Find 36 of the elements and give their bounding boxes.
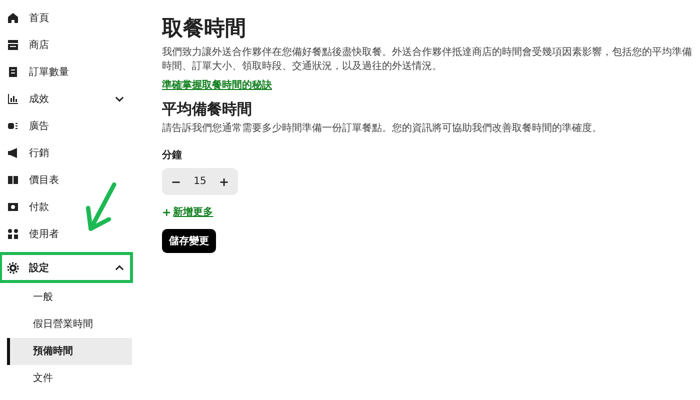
chart-icon (7, 92, 19, 104)
sidebar-item[interactable]: 成效 (0, 85, 132, 112)
minutes-stepper[interactable]: − 15 + (162, 168, 238, 195)
section-description: 請告訴我們您通常需要多少時間準備一份訂單餐點。您的資訊將可協助我們改善取餐時間的準確度。 (162, 122, 602, 136)
add-more-link[interactable]: 新增更多 (173, 205, 214, 219)
sidebar-item[interactable]: 商店 (0, 31, 132, 58)
increment-button[interactable]: + (216, 174, 232, 188)
book-icon (7, 174, 19, 186)
field-label: 分鐘 (162, 148, 182, 162)
sidebar-subitem[interactable]: 文件 (0, 365, 132, 392)
megaphone-icon (7, 146, 19, 158)
sidebar-item[interactable]: 首頁 (0, 4, 132, 31)
sidebar-subitem[interactable]: 一般 (0, 284, 132, 311)
sidebar-item[interactable]: 價目表 (0, 166, 132, 193)
sidebar-subitem[interactable]: 假日營業時間 (0, 311, 132, 338)
tips-link[interactable]: 準確掌握取餐時間的秘訣 (162, 78, 272, 92)
wallet-icon (7, 200, 19, 212)
sidebar-item[interactable]: 使用者 (0, 220, 132, 247)
home-icon (7, 12, 19, 24)
save-button[interactable]: 儲存變更 (162, 229, 216, 253)
decrement-button[interactable]: − (168, 174, 184, 188)
sidebar-item[interactable]: 付款 (0, 193, 132, 220)
gear-icon (7, 262, 19, 274)
page-title: 取餐時間 (162, 15, 246, 42)
sidebar-item[interactable]: 設定 (0, 253, 132, 282)
sidebar-subitem[interactable]: 預備時間 (7, 338, 132, 365)
plus-icon: + (162, 206, 172, 218)
section-title: 平均備餐時間 (162, 100, 252, 119)
users-icon (7, 228, 19, 240)
description-text: 我們致力讓外送合作夥伴在您備好餐點後盡快取餐。外送合作夥伴抵達商店的時間會受幾項因素影響，包括您的平均準備時間、訂單大小、領取時段、交通狀況，以及過往的外送情況。 (162, 46, 692, 74)
list-icon (7, 66, 19, 78)
sidebar-item[interactable]: 廣告 (0, 112, 132, 139)
minutes-value: 15 (192, 176, 208, 187)
sidebar-item[interactable]: 訂單數量 (0, 58, 132, 85)
store-icon (7, 38, 19, 50)
sidebar-item[interactable]: 行銷 (0, 139, 132, 166)
